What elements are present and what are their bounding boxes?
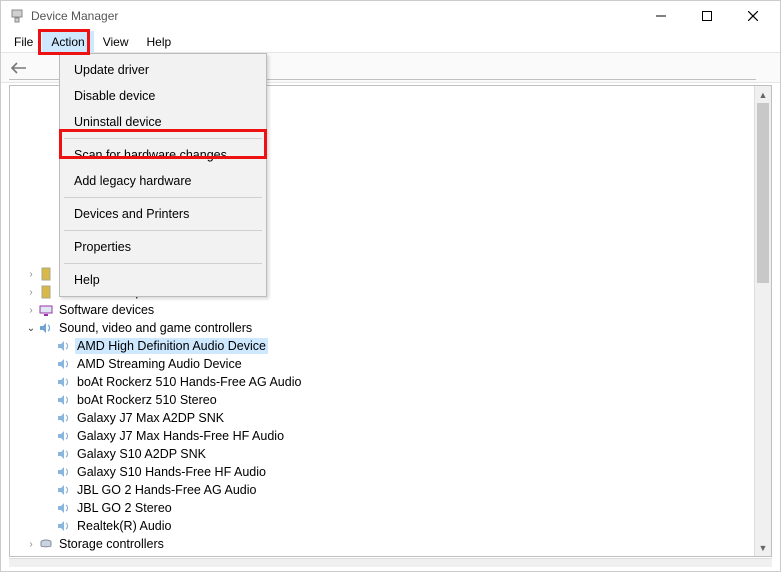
- scroll-up-icon[interactable]: ▲: [755, 86, 771, 103]
- scroll-down-icon[interactable]: ▼: [755, 539, 771, 556]
- tree-item-boat-ag[interactable]: boAt Rockerz 510 Hands-Free AG Audio: [10, 373, 754, 391]
- tree-label: Realtek(R) Audio: [75, 518, 174, 534]
- menu-devices-printers[interactable]: Devices and Printers: [60, 201, 266, 227]
- tree-label: Software devices: [57, 302, 156, 318]
- speaker-icon: [56, 428, 72, 444]
- tree-item-jbl-stereo[interactable]: JBL GO 2 Stereo: [10, 499, 754, 517]
- speaker-icon: [56, 356, 72, 372]
- speaker-icon: [56, 392, 72, 408]
- tree-item-amd-hd-audio[interactable]: AMD High Definition Audio Device: [10, 337, 754, 355]
- storage-icon: [38, 536, 54, 552]
- menu-action[interactable]: Action: [42, 31, 93, 52]
- menu-help[interactable]: Help: [138, 31, 181, 52]
- app-icon: [9, 8, 25, 24]
- tree-label: AMD High Definition Audio Device: [75, 338, 268, 354]
- menu-separator: [64, 138, 262, 139]
- menubar: File Action View Help: [1, 31, 780, 53]
- scrollbar-vertical[interactable]: ▲ ▼: [754, 86, 771, 556]
- menu-properties[interactable]: Properties: [60, 234, 266, 260]
- speaker-icon: [56, 410, 72, 426]
- tree-item-storage-controllers[interactable]: › Storage controllers: [10, 535, 754, 553]
- tree-label: Storage controllers: [57, 536, 166, 552]
- tree-label: Sound, video and game controllers: [57, 320, 254, 336]
- statusbar: [9, 558, 772, 567]
- tree-item-sound-video[interactable]: ⌄ Sound, video and game controllers: [10, 319, 754, 337]
- menu-scan-hardware[interactable]: Scan for hardware changes: [60, 142, 266, 168]
- tree-label: Galaxy J7 Max Hands-Free HF Audio: [75, 428, 286, 444]
- chevron-right-icon[interactable]: ›: [24, 539, 38, 550]
- menu-help[interactable]: Help: [60, 267, 266, 293]
- menu-update-driver[interactable]: Update driver: [60, 57, 266, 83]
- menu-view[interactable]: View: [94, 31, 138, 52]
- speaker-icon: [38, 320, 54, 336]
- window-title: Device Manager: [31, 9, 118, 23]
- tree-label: JBL GO 2 Hands-Free AG Audio: [75, 482, 259, 498]
- tree-label: boAt Rockerz 510 Hands-Free AG Audio: [75, 374, 303, 390]
- tree-label: AMD Streaming Audio Device: [75, 356, 244, 372]
- tree-item-galaxy-s10-hf[interactable]: Galaxy S10 Hands-Free HF Audio: [10, 463, 754, 481]
- device-icon: [38, 302, 54, 318]
- speaker-icon: [56, 338, 72, 354]
- tree-label: Galaxy S10 Hands-Free HF Audio: [75, 464, 268, 480]
- tree-item-jbl-ag[interactable]: JBL GO 2 Hands-Free AG Audio: [10, 481, 754, 499]
- tree-label: JBL GO 2 Stereo: [75, 500, 174, 516]
- tree-label: Galaxy J7 Max A2DP SNK: [75, 410, 226, 426]
- menu-disable-device[interactable]: Disable device: [60, 83, 266, 109]
- close-button[interactable]: [730, 1, 776, 31]
- tree-item-galaxy-s10-a2dp[interactable]: Galaxy S10 A2DP SNK: [10, 445, 754, 463]
- chevron-right-icon[interactable]: ›: [24, 269, 38, 280]
- menu-uninstall-device[interactable]: Uninstall device: [60, 109, 266, 135]
- menu-file[interactable]: File: [5, 31, 42, 52]
- speaker-icon: [56, 482, 72, 498]
- tree-item-boat-stereo[interactable]: boAt Rockerz 510 Stereo: [10, 391, 754, 409]
- menu-separator: [64, 263, 262, 264]
- speaker-icon: [56, 446, 72, 462]
- security-icon: [38, 266, 54, 282]
- titlebar: Device Manager: [1, 1, 780, 31]
- maximize-button[interactable]: [684, 1, 730, 31]
- action-dropdown: Update driver Disable device Uninstall d…: [59, 53, 267, 297]
- tree-item-galaxy-j7-hf[interactable]: Galaxy J7 Max Hands-Free HF Audio: [10, 427, 754, 445]
- scrollbar-thumb[interactable]: [757, 103, 769, 283]
- speaker-icon: [56, 464, 72, 480]
- speaker-icon: [56, 500, 72, 516]
- menu-separator: [64, 197, 262, 198]
- minimize-button[interactable]: [638, 1, 684, 31]
- tree-label: Galaxy S10 A2DP SNK: [75, 446, 208, 462]
- tree-item-galaxy-j7-a2dp[interactable]: Galaxy J7 Max A2DP SNK: [10, 409, 754, 427]
- menu-add-legacy[interactable]: Add legacy hardware: [60, 168, 266, 194]
- scrollbar-track[interactable]: [755, 103, 771, 539]
- tree-item-software-devices[interactable]: › Software devices: [10, 301, 754, 319]
- tree-item-realtek[interactable]: Realtek(R) Audio: [10, 517, 754, 535]
- forward-button[interactable]: [31, 56, 55, 80]
- speaker-icon: [56, 374, 72, 390]
- menu-separator: [64, 230, 262, 231]
- chevron-right-icon[interactable]: ›: [24, 287, 38, 298]
- component-icon: [38, 284, 54, 300]
- chevron-down-icon[interactable]: ⌄: [24, 323, 38, 334]
- tree-item-amd-streaming[interactable]: AMD Streaming Audio Device: [10, 355, 754, 373]
- tree-label: boAt Rockerz 510 Stereo: [75, 392, 219, 408]
- speaker-icon: [56, 518, 72, 534]
- back-button[interactable]: [7, 56, 31, 80]
- chevron-right-icon[interactable]: ›: [24, 305, 38, 316]
